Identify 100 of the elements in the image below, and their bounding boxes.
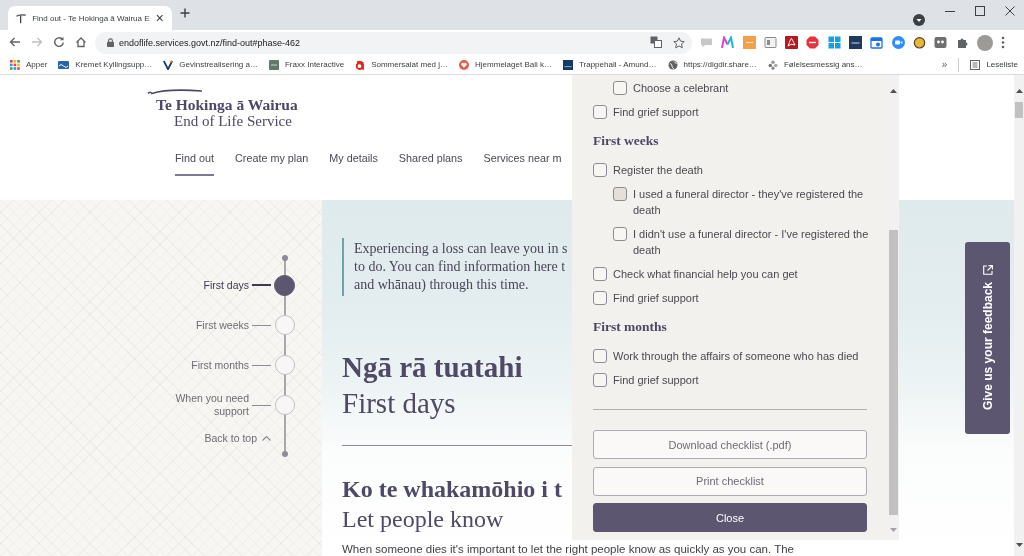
home-icon[interactable]: [75, 35, 87, 48]
squiggle-icon[interactable]: [785, 36, 799, 49]
checkbox[interactable]: [593, 163, 607, 177]
subsection-title: Ko te whakamōhio i t: [342, 475, 562, 504]
checklist-item: Check what financial help you can get: [613, 267, 798, 282]
bookmarks-overflow-button[interactable]: »: [941, 59, 948, 70]
browser-tab[interactable]: Find out - Te Hokinga ā Wairua E: [8, 6, 172, 30]
video-camera-icon[interactable]: [891, 36, 905, 49]
connector-line: [252, 404, 271, 406]
reading-list-icon: [970, 59, 981, 70]
four-squares-icon[interactable]: [827, 36, 841, 49]
lock-icon: [107, 38, 114, 47]
step-marker[interactable]: [274, 355, 295, 375]
step-marker[interactable]: [274, 395, 295, 415]
secondary-button[interactable]: Download checklist (.pdf): [593, 430, 867, 459]
primary-button[interactable]: Close: [593, 503, 867, 532]
reading-list-button[interactable]: Leseliste: [970, 59, 1018, 70]
avatar-icon[interactable]: [976, 34, 993, 51]
globe-icon: [667, 59, 678, 70]
close-icon[interactable]: [1005, 6, 1015, 16]
translate-icon[interactable]: [650, 35, 662, 48]
plus-icon[interactable]: [180, 8, 190, 18]
heart-icon: [459, 59, 470, 70]
tile-icon: [58, 59, 70, 70]
step-marker[interactable]: [274, 274, 295, 296]
subsection-subtitle: Let people know: [342, 505, 504, 534]
feedback-button[interactable]: Give us your feedback: [965, 242, 1010, 434]
zigzag-icon[interactable]: [721, 36, 735, 49]
bookmark-link[interactable]: Sommersalat med j…: [355, 59, 449, 70]
bookmark-link[interactable]: Gevinstrealisering a…: [163, 59, 258, 70]
body-paragraph: When someone dies it's important to let the right people know as quickly as you can. The: [342, 542, 794, 556]
scrollbar[interactable]: [888, 75, 899, 540]
checkbox[interactable]: [593, 373, 607, 387]
logo-subtitle: End of Life Service: [174, 113, 292, 130]
back-to-top-link[interactable]: Back to top: [204, 431, 271, 445]
external-link-icon: [982, 265, 993, 276]
checkbox[interactable]: [593, 267, 607, 281]
bookmark-link[interactable]: Trappehall - Amund…: [562, 59, 657, 70]
bookmark-link[interactable]: Hjemmelaget Bali k…: [459, 59, 552, 70]
ring-icon: [355, 59, 366, 70]
nav-link[interactable]: Find out: [175, 152, 214, 176]
step-marker[interactable]: [274, 315, 295, 335]
scroll-up-icon[interactable]: [890, 89, 897, 93]
scrollbar-thumb[interactable]: [889, 230, 898, 515]
nav-link[interactable]: Shared plans: [398, 152, 463, 176]
square-icon[interactable]: [934, 36, 948, 49]
timeline-link[interactable]: First weeks: [195, 318, 249, 332]
checkbox[interactable]: [613, 81, 627, 95]
section-heading: First weeks: [593, 132, 660, 150]
checkbox[interactable]: [613, 227, 627, 241]
scroll-down-icon[interactable]: [1015, 543, 1023, 547]
star-icon[interactable]: [673, 36, 685, 49]
dropdown-icon[interactable]: [913, 14, 925, 26]
checklist-item: Find grief support: [613, 291, 699, 306]
section-heading: First months: [593, 318, 668, 336]
scroll-up-icon[interactable]: [1015, 89, 1023, 93]
apps-grid-icon: [10, 59, 20, 70]
nav-link[interactable]: Services near m: [483, 152, 562, 176]
tile-icon[interactable]: [742, 36, 756, 49]
checkbox[interactable]: [593, 291, 607, 305]
maximize-icon[interactable]: [975, 6, 985, 16]
site-logo-icon: [16, 12, 27, 24]
tile-icon[interactable]: [849, 36, 863, 49]
checkbox[interactable]: [613, 187, 627, 201]
checkbox[interactable]: [593, 105, 607, 119]
scrollbar-thumb[interactable]: [1015, 102, 1023, 118]
timeline-link[interactable]: When you need support: [167, 392, 249, 418]
bookmark-link[interactable]: Fraxx Interactive: [269, 59, 345, 70]
connector-line: [252, 364, 271, 366]
bookmark-link[interactable]: Følelsesmessig ans…: [767, 59, 863, 70]
more-icon[interactable]: [1001, 36, 1006, 49]
octagon-icon[interactable]: [806, 36, 820, 49]
bookmark-link[interactable]: Apper: [10, 59, 48, 70]
intro-text: Experiencing a loss can leave you in s to do. You can find information here t and whānau) through this time.: [342, 238, 568, 296]
bookmark-link[interactable]: https://digdir.share…: [667, 59, 757, 70]
section-title: Ngā rā tuatahi: [342, 350, 523, 385]
puzzle-icon[interactable]: [955, 36, 969, 49]
close-icon[interactable]: [155, 14, 163, 22]
nav-link[interactable]: Create my plan: [235, 152, 309, 176]
swoosh-icon: [147, 88, 203, 96]
blob-icon[interactable]: [912, 36, 926, 49]
checklist-item: Work through the affairs of someone who has died: [613, 349, 859, 364]
secondary-button[interactable]: Print checklist: [593, 466, 867, 496]
v-shape-icon: [163, 59, 174, 70]
calendar-icon[interactable]: [870, 36, 884, 49]
section-subtitle: First days: [342, 386, 456, 421]
timeline-link[interactable]: First days: [203, 278, 249, 292]
timeline-link[interactable]: First months: [191, 358, 249, 372]
address-bar[interactable]: endoflife.services.govt.nz/find-out#phase-462: [95, 31, 692, 54]
bookmark-link[interactable]: Kremet Kyllingsupp…: [58, 59, 153, 70]
reload-icon[interactable]: [53, 35, 65, 48]
nav-link[interactable]: My details: [329, 152, 378, 176]
checklist-item: Choose a celebrant: [633, 81, 729, 96]
checkbox[interactable]: [593, 349, 607, 363]
connector-line: [252, 284, 271, 286]
square-icon: [269, 59, 279, 70]
window-icon[interactable]: [763, 36, 777, 49]
logo-title: Te Hokinga ā Wairua: [156, 96, 298, 113]
scrollbar[interactable]: [1014, 75, 1024, 556]
back-icon[interactable]: [9, 35, 21, 48]
